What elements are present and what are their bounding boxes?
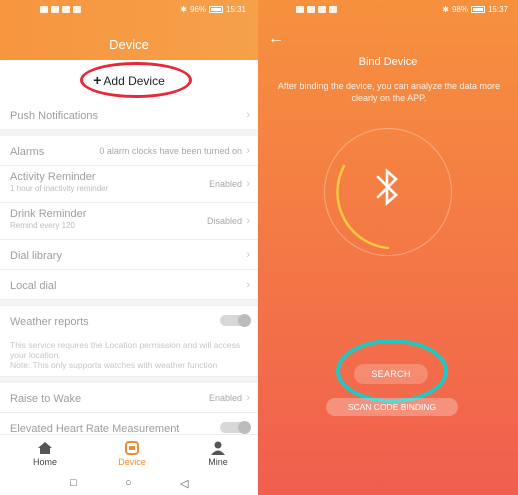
person-icon	[211, 441, 225, 455]
tab-label: Home	[32, 457, 57, 467]
bluetooth-status-icon: ✱	[180, 5, 187, 14]
scan-code-binding-button[interactable]: SCAN CODE BINDING	[326, 398, 458, 416]
header: ✱ 96% 15:31 Device	[0, 0, 258, 60]
add-device-button[interactable]: + Add Device	[0, 64, 258, 96]
row-label: Raise to Wake	[10, 393, 82, 405]
bluetooth-icon	[376, 168, 398, 206]
row-value: Disabled	[206, 216, 242, 226]
status-icons	[40, 6, 81, 13]
weather-note-text: Note: This only supports watches with we…	[10, 360, 218, 370]
signal-icon	[307, 6, 315, 13]
app-icon	[62, 6, 70, 13]
dial-library-row[interactable]: Dial library ›	[0, 240, 258, 270]
row-value: Enabled	[208, 179, 242, 189]
raise-to-wake-row[interactable]: Raise to Wake Enabled ›	[0, 383, 258, 413]
chevron-right-icon: ›	[246, 145, 250, 157]
search-button[interactable]: SEARCH	[354, 364, 428, 384]
signal-icon	[51, 6, 59, 13]
add-device-label: Add Device	[103, 74, 165, 88]
back-button[interactable]: ◁	[180, 477, 188, 490]
chevron-right-icon: ›	[246, 178, 250, 190]
chevron-right-icon: ›	[246, 279, 250, 291]
bind-device-screen: ✱ 98% 15:37 ← Bind Device After binding …	[258, 0, 518, 495]
recent-apps-button[interactable]: □	[70, 477, 77, 489]
chevron-right-icon: ›	[246, 392, 250, 404]
plus-icon: +	[93, 72, 102, 88]
alarms-row[interactable]: Alarms 0 alarm clocks have been turned o…	[0, 136, 258, 166]
back-arrow-icon[interactable]: ←	[268, 30, 284, 48]
app-icon	[73, 6, 81, 13]
weather-reports-row: Weather reports	[0, 306, 258, 336]
tab-mine[interactable]: Mine	[188, 435, 248, 473]
device-icon	[125, 441, 139, 455]
row-label: Alarms	[10, 146, 45, 158]
clock: 15:31	[225, 5, 246, 14]
home-button[interactable]: ○	[125, 477, 132, 489]
battery-percent: 96%	[189, 5, 206, 14]
row-label: Push Notifications	[10, 110, 99, 122]
weather-permission-text: This service requires the Location permi…	[10, 340, 241, 360]
drink-reminder-row[interactable]: Drink Reminder Remind every 120 Disabled…	[0, 203, 258, 240]
weather-toggle[interactable]	[220, 314, 251, 327]
page-title: Device	[109, 37, 149, 52]
status-right: ✱ 98% 15:37	[442, 5, 508, 14]
row-value: 0 alarm clocks have been turned on	[99, 146, 242, 156]
tab-label: Mine	[208, 457, 228, 467]
status-right: ✱ 96% 15:31	[180, 5, 246, 14]
chevron-right-icon: ›	[246, 249, 250, 261]
local-dial-row[interactable]: Local dial ›	[0, 270, 258, 300]
tab-device[interactable]: Device	[102, 435, 162, 473]
bottom-tab-bar: Home Device Mine	[0, 434, 258, 472]
battery-icon	[208, 6, 223, 13]
weather-description: This service requires the Location permi…	[0, 336, 258, 377]
row-value: Enabled	[208, 393, 242, 403]
status-bar: ✱ 96% 15:31	[0, 0, 258, 22]
chevron-right-icon: ›	[246, 215, 250, 227]
row-label: Weather reports	[10, 316, 89, 328]
device-screen: ✱ 96% 15:31 Device + Add Device Push Noti…	[0, 0, 258, 495]
page-title: Bind Device	[358, 56, 418, 68]
app-icon	[318, 6, 326, 13]
bluetooth-status-icon: ✱	[442, 5, 449, 14]
message-icon	[40, 6, 48, 13]
battery-percent: 98%	[451, 5, 468, 14]
settings-list: Push Notifications › Alarms 0 alarm cloc…	[0, 100, 258, 443]
bind-description: After binding the device, you can analyz…	[277, 81, 501, 103]
home-icon	[38, 442, 52, 454]
app-icon	[329, 6, 337, 13]
row-label: Dial library	[10, 250, 62, 262]
tab-home[interactable]: Home	[15, 435, 75, 473]
tab-label: Device	[118, 457, 146, 467]
push-notifications-row[interactable]: Push Notifications ›	[0, 100, 258, 130]
message-icon	[296, 6, 304, 13]
clock: 15:37	[487, 5, 508, 14]
heart-rate-toggle[interactable]	[220, 421, 251, 434]
activity-reminder-row[interactable]: Activity Reminder 1 hour of inactivity r…	[0, 166, 258, 203]
status-icons	[296, 6, 337, 13]
chevron-right-icon: ›	[246, 109, 250, 121]
system-navigation-bar: □ ○ ◁	[0, 472, 258, 495]
battery-icon	[470, 6, 485, 13]
row-label: Local dial	[10, 280, 57, 292]
